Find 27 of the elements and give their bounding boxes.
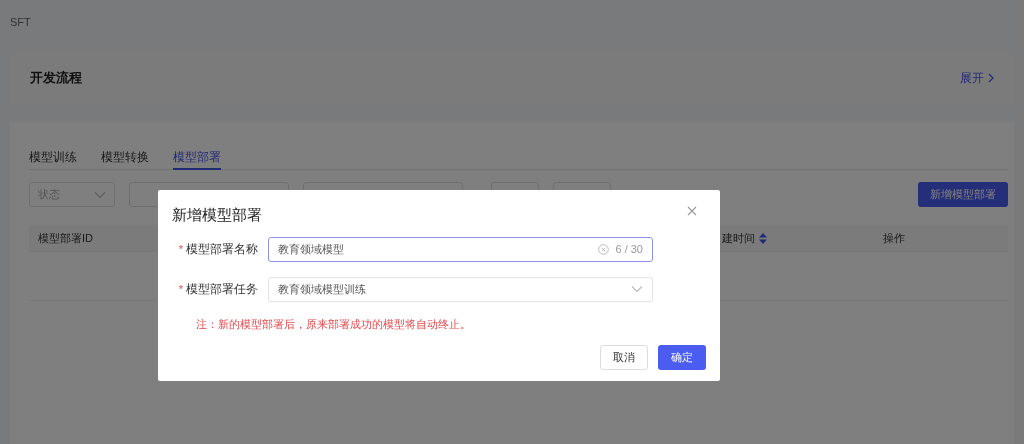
dialog-title: 新增模型部署 <box>172 205 262 225</box>
column-header: 操作 <box>883 230 905 246</box>
char-count: 6 / 30 <box>615 241 643 257</box>
tab[interactable]: 模型转换 <box>101 146 149 170</box>
chevron-down-icon <box>94 190 106 199</box>
field-label: 模型部署名称 <box>186 241 258 258</box>
clear-icon[interactable] <box>598 243 610 255</box>
column-header: 模型部署ID <box>38 230 93 246</box>
chevron-down-icon <box>631 285 643 293</box>
sort-icon[interactable] <box>759 232 767 244</box>
column-header: 建时间 <box>722 230 755 246</box>
note-text: 注：新的模型部署后，原来部署成功的模型将自动终止。 <box>196 316 472 332</box>
add-deployment-button[interactable]: 新增模型部署 <box>918 182 1008 207</box>
card-title: 开发流程 <box>30 68 82 87</box>
confirm-button[interactable]: 确定 <box>658 345 706 370</box>
required-mark: * <box>178 241 183 257</box>
tab[interactable]: 模型部署 <box>173 146 221 170</box>
chevron-right-icon <box>988 72 994 83</box>
expand-link[interactable]: 展开 <box>960 68 994 87</box>
close-icon[interactable] <box>687 206 697 216</box>
task-select[interactable]: 教育领域模型训练 <box>268 276 653 302</box>
field-label: 模型部署任务 <box>186 281 258 298</box>
name-input[interactable]: 教育领域模型 6 / 30 <box>268 236 653 262</box>
cancel-button[interactable]: 取消 <box>600 345 648 370</box>
breadcrumb[interactable]: SFT <box>10 14 1014 30</box>
required-mark: * <box>178 281 183 297</box>
tab[interactable]: 模型训练 <box>29 146 77 170</box>
